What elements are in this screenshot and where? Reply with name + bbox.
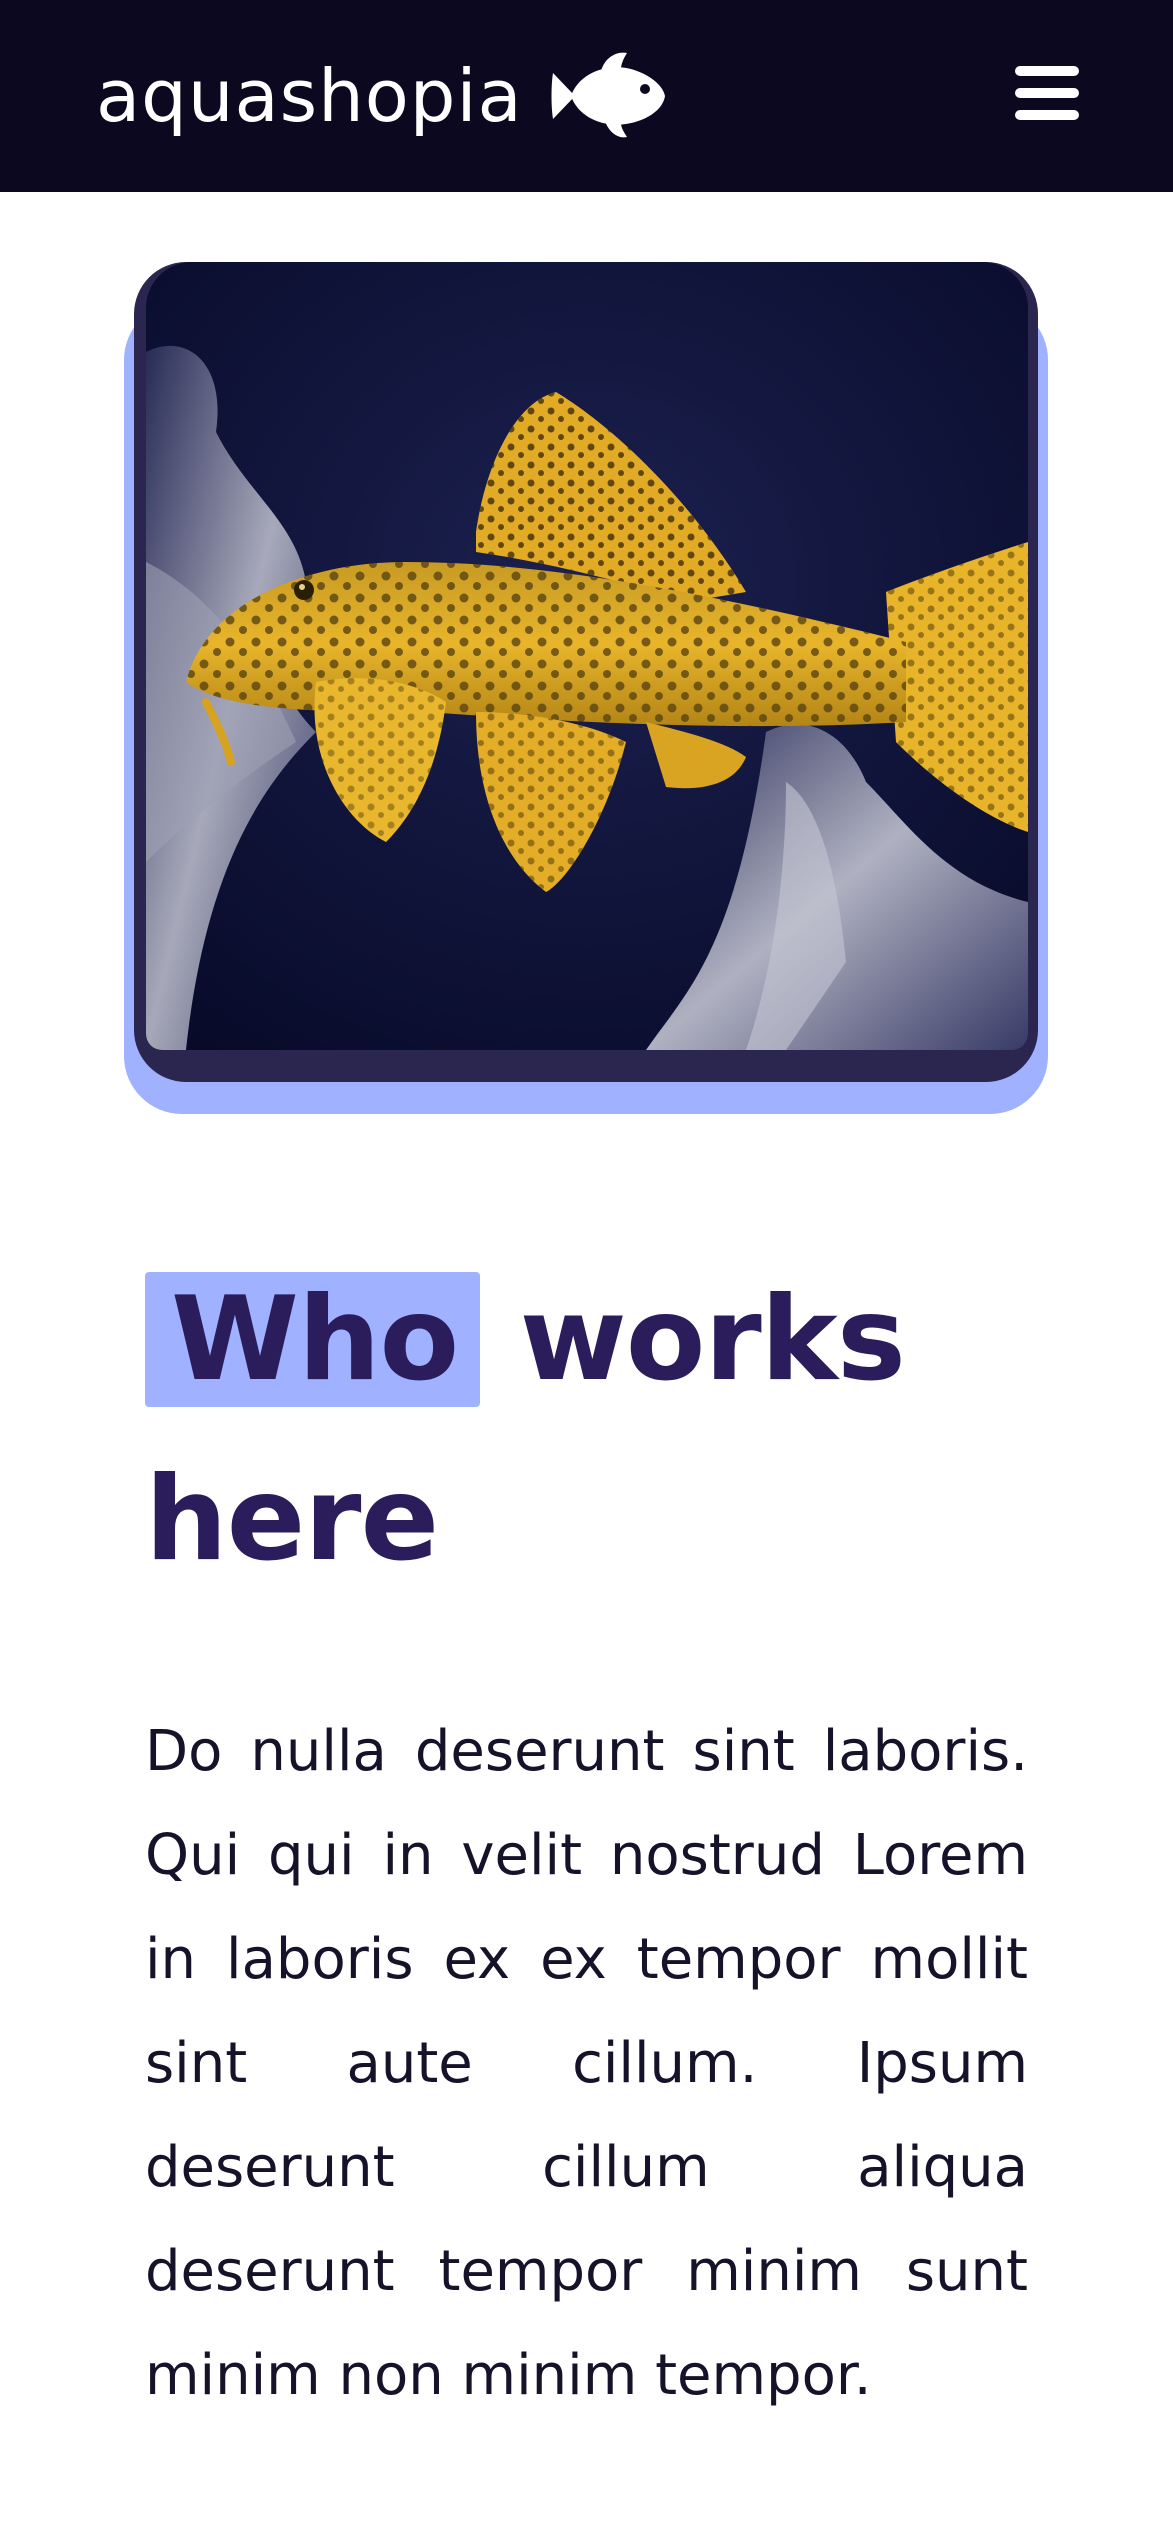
hero-image-card — [124, 262, 1048, 1114]
section-heading: Who works here — [145, 1250, 1045, 1610]
section-body-text: Do nulla deserunt sint laboris. Qui qui … — [145, 1719, 1028, 2408]
site-header: aquashopia — [0, 0, 1173, 192]
fish-icon — [549, 51, 667, 141]
heading-highlight: Who — [145, 1272, 481, 1407]
hamburger-menu-icon — [1015, 66, 1079, 120]
brand-link[interactable]: aquashopia — [96, 0, 667, 192]
brand-name: aquashopia — [96, 54, 523, 138]
menu-button[interactable] — [1015, 64, 1079, 122]
hero-card-frame — [134, 262, 1038, 1082]
pleco-fish-photo — [146, 262, 1028, 1050]
